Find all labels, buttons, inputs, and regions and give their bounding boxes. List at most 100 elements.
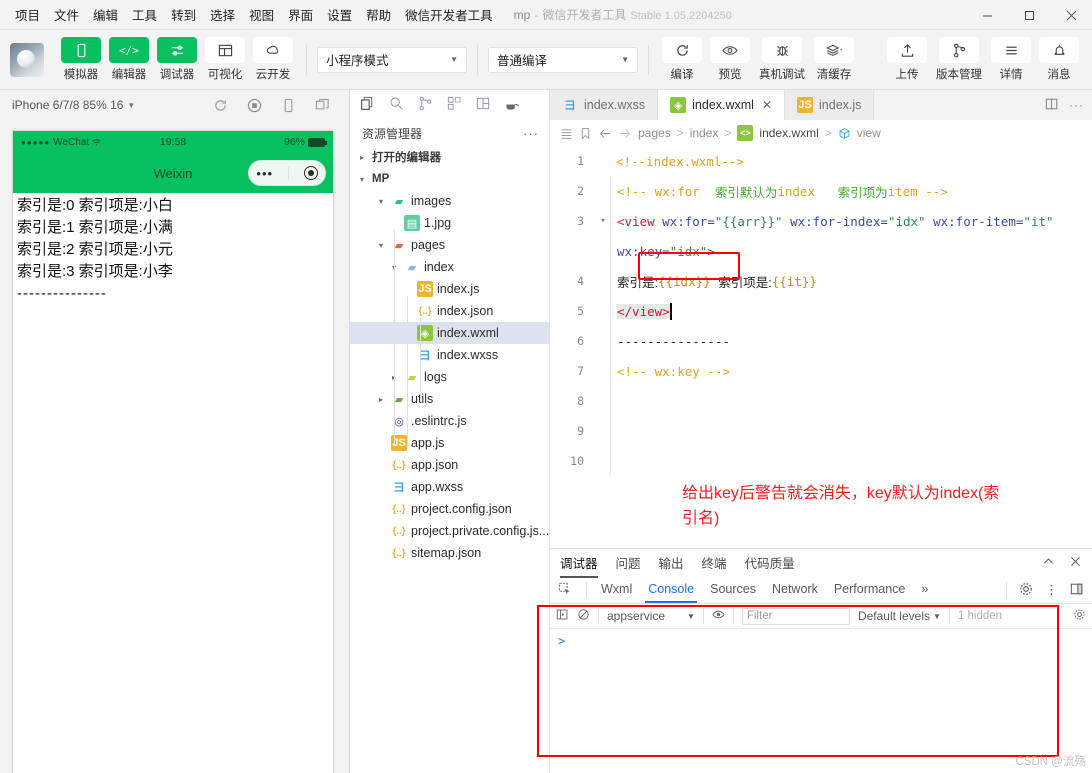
chevron-down-icon[interactable] bbox=[375, 197, 387, 206]
chevron-down-icon[interactable] bbox=[375, 241, 387, 250]
search-icon[interactable] bbox=[389, 96, 404, 114]
open-editors-section[interactable]: 打开的编辑器 bbox=[350, 146, 549, 168]
breadcrumb-item-1[interactable]: index bbox=[690, 126, 719, 140]
tree-item-.eslintrc.js[interactable]: ◎ .eslintrc.js bbox=[350, 410, 549, 432]
capsule-button[interactable]: ••• bbox=[248, 160, 326, 186]
fold-chevron-icon[interactable]: ▾ bbox=[596, 216, 610, 226]
kebab-icon[interactable]: ⋮ bbox=[1045, 583, 1058, 596]
menu-item-7[interactable]: 界面 bbox=[281, 1, 320, 28]
maximize-button[interactable] bbox=[1008, 0, 1050, 30]
outline-icon[interactable] bbox=[560, 127, 573, 140]
window-icon[interactable] bbox=[313, 96, 331, 114]
toolbar-button-调试器[interactable]: 调试器 bbox=[154, 37, 200, 82]
toolbar-button-编辑器[interactable]: </> 编辑器 bbox=[106, 37, 152, 82]
debugger-tab-0[interactable]: 调试器 bbox=[560, 553, 598, 578]
editor-tab-index.wxss[interactable]: 彐 index.wxss bbox=[550, 90, 659, 120]
bookmark-icon[interactable] bbox=[579, 127, 592, 140]
toolbar-button-可视化[interactable]: 可视化 bbox=[202, 37, 248, 82]
chevron-right-icon[interactable] bbox=[375, 395, 387, 404]
menu-item-6[interactable]: 视图 bbox=[242, 1, 281, 28]
debugger-tab-1[interactable]: 问题 bbox=[616, 553, 641, 574]
menu-item-4[interactable]: 转到 bbox=[164, 1, 203, 28]
panel-icon[interactable] bbox=[556, 608, 569, 624]
toolbar-button-真机调试[interactable]: 真机调试 bbox=[755, 37, 809, 82]
tree-item-project.private.config.js...[interactable]: {..} project.private.config.js... bbox=[350, 520, 549, 542]
console-settings-icon[interactable] bbox=[1073, 608, 1086, 624]
console-context-select[interactable]: appservice ▼ bbox=[607, 609, 695, 623]
toolbar-button-清缓存[interactable]: 清缓存 bbox=[811, 37, 857, 82]
gear-icon[interactable] bbox=[1019, 582, 1033, 599]
back-arrow-icon[interactable] bbox=[598, 127, 612, 140]
tree-item-sitemap.json[interactable]: {..} sitemap.json bbox=[350, 542, 549, 564]
tree-item-images[interactable]: ▰ images bbox=[350, 190, 549, 212]
compile-select[interactable]: 普通编译 ▼ bbox=[488, 46, 638, 73]
menu-item-9[interactable]: 帮助 bbox=[359, 1, 398, 28]
split-editor-icon[interactable] bbox=[1045, 97, 1059, 114]
toolbar-button-版本管理[interactable]: 版本管理 bbox=[932, 37, 986, 82]
tree-item-index.wxml[interactable]: ◈ index.wxml bbox=[350, 322, 549, 344]
editor-tab-index.wxml[interactable]: ◈ index.wxml ✕ bbox=[658, 90, 786, 120]
tree-item-utils[interactable]: ▰utils bbox=[350, 388, 549, 410]
debugger-tab-3[interactable]: 终端 bbox=[702, 553, 727, 574]
debugger-tab-2[interactable]: 输出 bbox=[659, 553, 684, 574]
menu-item-1[interactable]: 文件 bbox=[47, 1, 86, 28]
editor-tab-close-icon[interactable]: ✕ bbox=[762, 98, 772, 112]
devtools-tab-wxml[interactable]: Wxml bbox=[601, 582, 632, 599]
forward-arrow-icon[interactable] bbox=[618, 127, 632, 140]
record-icon[interactable] bbox=[245, 96, 263, 114]
more-dots-icon[interactable]: ••• bbox=[256, 166, 273, 181]
toolbar-button-详情[interactable]: 详情 bbox=[988, 37, 1034, 82]
toolbar-button-上传[interactable]: 上传 bbox=[884, 37, 930, 82]
close-button[interactable] bbox=[1050, 0, 1092, 30]
devtools-more-icon[interactable]: » bbox=[921, 582, 928, 599]
explorer-more-icon[interactable]: ··· bbox=[523, 126, 539, 141]
console-levels-select[interactable]: Default levels ▼ bbox=[858, 609, 941, 623]
clear-console-icon[interactable] bbox=[577, 608, 590, 624]
toolbar-button-模拟器[interactable]: 模拟器 bbox=[58, 37, 104, 82]
tree-item-index.json[interactable]: {..} index.json bbox=[350, 300, 549, 322]
menu-item-10[interactable]: 微信开发者工具 bbox=[398, 1, 500, 28]
eye-icon[interactable] bbox=[712, 608, 725, 624]
tree-item-app.js[interactable]: JS app.js bbox=[350, 432, 549, 454]
menu-item-0[interactable]: 项目 bbox=[8, 1, 47, 28]
close-circle-icon[interactable] bbox=[303, 166, 318, 180]
tree-item-project.config.json[interactable]: {..} project.config.json bbox=[350, 498, 549, 520]
console-output[interactable]: > bbox=[550, 629, 1092, 773]
menu-item-2[interactable]: 编辑 bbox=[86, 1, 125, 28]
breadcrumb-item-2[interactable]: index.wxml bbox=[759, 126, 818, 140]
extensions-icon[interactable] bbox=[447, 96, 462, 114]
devtools-tab-network[interactable]: Network bbox=[772, 582, 818, 599]
mode-select[interactable]: 小程序模式 ▼ bbox=[317, 46, 467, 73]
devtools-tab-console[interactable]: Console bbox=[645, 582, 697, 603]
menu-item-3[interactable]: 工具 bbox=[125, 1, 164, 28]
dock-icon[interactable] bbox=[1070, 582, 1084, 599]
split-icon[interactable] bbox=[476, 96, 491, 114]
toolbar-button-云开发[interactable]: 云开发 bbox=[250, 37, 296, 82]
devtools-tab-performance[interactable]: Performance bbox=[834, 582, 906, 599]
tree-item-index.wxss[interactable]: 彐 index.wxss bbox=[350, 344, 549, 366]
tree-item-pages[interactable]: ▰pages bbox=[350, 234, 549, 256]
tree-item-app.wxss[interactable]: 彐 app.wxss bbox=[350, 476, 549, 498]
inspect-icon[interactable] bbox=[558, 582, 572, 599]
toolbar-button-消息[interactable]: 消息 bbox=[1036, 37, 1082, 82]
menu-item-5[interactable]: 选择 bbox=[203, 1, 242, 28]
console-filter-input[interactable]: Filter bbox=[741, 607, 850, 625]
rotate-icon[interactable] bbox=[279, 96, 297, 114]
editor-tab-index.js[interactable]: JS index.js bbox=[785, 90, 875, 120]
menu-item-8[interactable]: 设置 bbox=[320, 1, 359, 28]
editor-more-icon[interactable]: ··· bbox=[1069, 98, 1084, 112]
avatar[interactable] bbox=[10, 42, 44, 77]
tree-item-index.js[interactable]: JS index.js bbox=[350, 278, 549, 300]
device-select[interactable]: iPhone 6/7/8 85% 16 ▼ bbox=[12, 98, 135, 112]
breadcrumb-item-3[interactable]: view bbox=[857, 126, 881, 140]
project-root-section[interactable]: MP bbox=[350, 168, 549, 190]
toolbar-button-编译[interactable]: 编译 bbox=[659, 37, 705, 82]
minimize-button[interactable] bbox=[966, 0, 1008, 30]
devtools-tab-sources[interactable]: Sources bbox=[710, 582, 756, 599]
tree-item-1.jpg[interactable]: ▤ 1.jpg bbox=[350, 212, 549, 234]
chevron-up-icon[interactable] bbox=[1042, 555, 1055, 571]
toolbar-button-预览[interactable]: 预览 bbox=[707, 37, 753, 82]
tree-item-index[interactable]: ▰ index bbox=[350, 256, 549, 278]
docker-icon[interactable] bbox=[505, 96, 520, 114]
branch-icon[interactable] bbox=[418, 96, 433, 114]
